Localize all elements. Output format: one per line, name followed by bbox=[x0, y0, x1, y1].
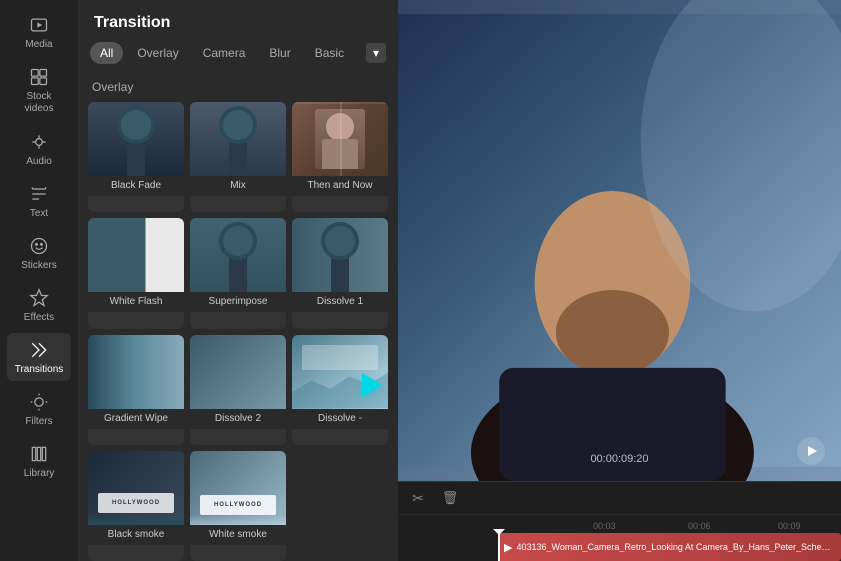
tab-basic[interactable]: Basic bbox=[305, 42, 354, 64]
preview-area: 00:00:09:20 bbox=[398, 0, 841, 481]
playhead[interactable] bbox=[498, 533, 500, 561]
sidebar-item-stock[interactable]: Stock videos bbox=[7, 60, 71, 121]
thumb-gradient-wipe bbox=[88, 335, 184, 409]
audio-icon bbox=[28, 131, 50, 153]
delete-button[interactable]: 🗑 bbox=[438, 486, 462, 510]
sidebar-item-library[interactable]: Library bbox=[7, 437, 71, 485]
clip-icon: ▶ bbox=[504, 541, 512, 554]
transitions-icon bbox=[28, 339, 50, 361]
timeline-ruler: 00:03 00:06 00:09 bbox=[398, 515, 841, 531]
thumb-mix bbox=[190, 102, 286, 176]
transition-card-gradient-wipe[interactable]: Gradient Wipe bbox=[88, 335, 184, 445]
sidebar-item-audio[interactable]: Audio bbox=[7, 125, 71, 173]
thumb-dissolve-2 bbox=[190, 335, 286, 409]
thumb-white-smoke: HOLLYWOOD bbox=[190, 451, 286, 525]
sidebar: Media Stock videos Audio bbox=[0, 0, 78, 561]
sidebar-item-effects-label: Effects bbox=[24, 312, 54, 323]
sidebar-item-transitions[interactable]: Transitions bbox=[7, 333, 71, 381]
filters-icon bbox=[28, 391, 50, 413]
thumb-black-smoke: HOLLYWOOD bbox=[88, 451, 184, 525]
transition-card-superimpose[interactable]: Superimpose bbox=[190, 218, 286, 328]
sidebar-item-stock-label: Stock videos bbox=[11, 91, 67, 115]
transition-card-black-smoke[interactable]: HOLLYWOOD Black smoke bbox=[88, 451, 184, 561]
sidebar-item-effects[interactable]: Effects bbox=[7, 281, 71, 329]
sidebar-item-stickers[interactable]: Stickers bbox=[7, 229, 71, 277]
timeline: ✂ 🗑 00:03 00:06 00:09 ▶ 403136_Woman_Cam… bbox=[398, 481, 841, 561]
ruler-mark-3: 00:09 bbox=[778, 521, 801, 531]
tab-more-button[interactable]: ▾ bbox=[366, 43, 386, 63]
transition-card-white-smoke[interactable]: HOLLYWOOD White smoke bbox=[190, 451, 286, 561]
stock-icon bbox=[28, 66, 50, 88]
tab-all[interactable]: All bbox=[90, 42, 123, 64]
transition-panel: Transition All Overlay Camera Blur Basic… bbox=[78, 0, 398, 561]
library-icon bbox=[28, 443, 50, 465]
thumb-dissolve-3 bbox=[292, 335, 388, 409]
play-button[interactable] bbox=[797, 437, 825, 465]
thumb-dissolve-1 bbox=[292, 218, 388, 292]
transition-label-black-fade: Black Fade bbox=[88, 176, 184, 196]
panel-title: Transition bbox=[78, 0, 398, 42]
transition-card-dissolve-3[interactable]: Dissolve - bbox=[292, 335, 388, 445]
thumb-white-flash bbox=[88, 218, 184, 292]
transition-label-dissolve-3: Dissolve - bbox=[292, 409, 388, 429]
thumb-black-fade bbox=[88, 102, 184, 176]
transition-card-dissolve-2[interactable]: Dissolve 2 bbox=[190, 335, 286, 445]
timeline-track: ▶ 403136_Woman_Camera_Retro_Looking At C… bbox=[398, 533, 841, 561]
transition-label-gradient-wipe: Gradient Wipe bbox=[88, 409, 184, 429]
transition-card-dissolve-1[interactable]: Dissolve 1 bbox=[292, 218, 388, 328]
sidebar-item-transitions-label: Transitions bbox=[15, 364, 64, 375]
transition-label-dissolve-2: Dissolve 2 bbox=[190, 409, 286, 429]
tab-blur[interactable]: Blur bbox=[259, 42, 300, 64]
transition-label-white-smoke: White smoke bbox=[190, 525, 286, 545]
sidebar-item-library-label: Library bbox=[24, 468, 55, 479]
timeline-content: 00:03 00:06 00:09 ▶ 403136_Woman_Camera_… bbox=[398, 515, 841, 561]
split-button[interactable]: ✂ bbox=[406, 486, 430, 510]
sidebar-item-filters-label: Filters bbox=[25, 416, 52, 427]
transition-label-then-and-now: Then and Now bbox=[292, 176, 388, 196]
transition-label-black-smoke: Black smoke bbox=[88, 525, 184, 545]
preview-timestamp: 00:00:09:20 bbox=[590, 453, 648, 465]
tabs-row: All Overlay Camera Blur Basic ▾ bbox=[78, 42, 398, 74]
cursor-arrow bbox=[362, 373, 382, 397]
stickers-icon bbox=[28, 235, 50, 257]
tab-overlay[interactable]: Overlay bbox=[127, 42, 188, 64]
effects-icon bbox=[28, 287, 50, 309]
transitions-grid: Black Fade Mix Then and Now bbox=[78, 102, 398, 561]
sidebar-item-media[interactable]: Media bbox=[7, 8, 71, 56]
transition-card-then-and-now[interactable]: Then and Now bbox=[292, 102, 388, 212]
transition-card-black-fade[interactable]: Black Fade bbox=[88, 102, 184, 212]
right-area: 00:00:09:20 ✂ 🗑 00:03 00:06 00:09 ▶ 4031… bbox=[398, 0, 841, 561]
transition-label-white-flash: White Flash bbox=[88, 292, 184, 312]
video-clip-label: 403136_Woman_Camera_Retro_Looking At Cam… bbox=[516, 542, 835, 552]
timeline-toolbar: ✂ 🗑 bbox=[398, 482, 841, 515]
transition-card-white-flash[interactable]: White Flash bbox=[88, 218, 184, 328]
transition-label-dissolve-1: Dissolve 1 bbox=[292, 292, 388, 312]
thumb-then-and-now bbox=[292, 102, 388, 176]
video-clip[interactable]: ▶ 403136_Woman_Camera_Retro_Looking At C… bbox=[498, 533, 841, 561]
sidebar-item-audio-label: Audio bbox=[26, 156, 52, 167]
ruler-mark-2: 00:06 bbox=[688, 521, 711, 531]
sidebar-item-stickers-label: Stickers bbox=[21, 260, 57, 271]
sidebar-item-media-label: Media bbox=[25, 39, 52, 50]
transition-label-superimpose: Superimpose bbox=[190, 292, 286, 312]
tab-camera[interactable]: Camera bbox=[193, 42, 256, 64]
sidebar-item-text[interactable]: Text bbox=[7, 177, 71, 225]
thumb-superimpose bbox=[190, 218, 286, 292]
preview-video bbox=[398, 0, 841, 481]
transition-card-mix[interactable]: Mix bbox=[190, 102, 286, 212]
ruler-mark-1: 00:03 bbox=[593, 521, 616, 531]
sidebar-item-text-label: Text bbox=[30, 208, 48, 219]
text-icon bbox=[28, 183, 50, 205]
media-icon bbox=[28, 14, 50, 36]
section-label: Overlay bbox=[78, 74, 398, 102]
transition-label-mix: Mix bbox=[190, 176, 286, 196]
sidebar-item-filters[interactable]: Filters bbox=[7, 385, 71, 433]
